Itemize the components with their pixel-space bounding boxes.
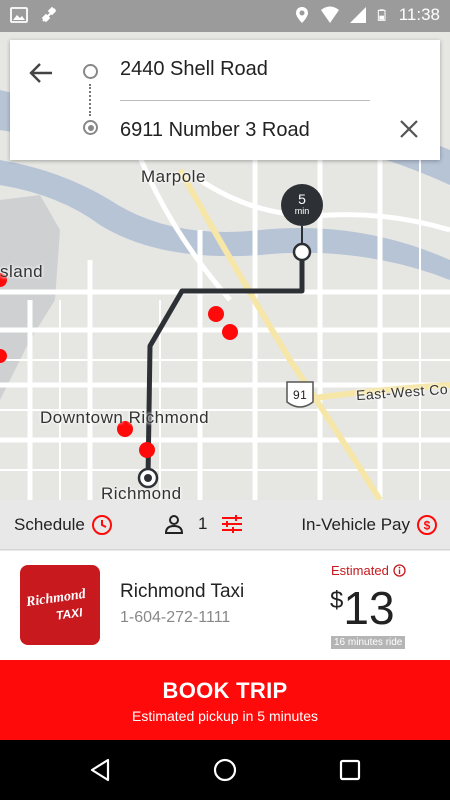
book-trip-subtitle: Estimated pickup in 5 minutes — [132, 708, 318, 724]
price-currency: $ — [330, 587, 344, 614]
close-icon[interactable] — [396, 116, 422, 142]
schedule-label: Schedule — [14, 515, 85, 534]
company-phone[interactable]: 1-604-272-1111 — [120, 609, 230, 627]
map-label-island: sland — [0, 262, 44, 281]
nav-home-icon[interactable] — [211, 756, 239, 784]
clock: 11:38 — [398, 5, 440, 24]
destination-dot-icon — [83, 120, 98, 135]
eta-pin: 5 min — [281, 184, 323, 226]
company-name: Richmond Taxi — [120, 581, 245, 602]
logo-text-taxi: TAXI — [55, 605, 84, 623]
map-label-marpole: Marpole — [141, 167, 206, 186]
estimated-label: Estimated — [331, 563, 406, 578]
schedule-button[interactable]: Schedule — [14, 514, 113, 536]
estimated-text: Estimated — [331, 563, 389, 578]
trip-options-bar: Schedule 1 In-Vehicle Pay $ — [0, 500, 450, 550]
sliders-icon[interactable] — [221, 514, 243, 534]
back-arrow-icon[interactable] — [26, 58, 56, 88]
status-bar: 11:38 — [0, 0, 450, 32]
image-icon — [10, 7, 28, 23]
book-trip-button[interactable]: BOOK TRIP Estimated pickup in 5 minutes — [0, 660, 450, 740]
system-nav-bar — [0, 740, 450, 800]
highway-shield: 91 — [293, 388, 308, 402]
satellite-icon — [41, 6, 57, 23]
address-card: 2440 Shell Road 6911 Number 3 Road — [10, 40, 440, 160]
clock-icon — [91, 515, 112, 535]
taxi-company-card[interactable]: Richmond TAXI Richmond Taxi 1-604-272-11… — [0, 551, 450, 660]
person-icon — [164, 515, 184, 534]
svg-text:$: $ — [424, 519, 431, 533]
company-logo: Richmond TAXI — [20, 565, 100, 645]
passenger-selector[interactable]: 1 — [164, 514, 243, 534]
payment-label: In-Vehicle Pay — [301, 515, 410, 534]
battery-icon — [377, 9, 386, 21]
price-amount: 13 — [343, 582, 395, 634]
nav-back-icon[interactable] — [86, 756, 114, 784]
eta-unit: min — [294, 206, 310, 216]
route-connector — [89, 84, 92, 116]
origin-address[interactable]: 2440 Shell Road — [120, 58, 268, 81]
price: $13 — [330, 581, 395, 635]
signal-icon — [349, 7, 366, 23]
book-trip-title: BOOK TRIP — [162, 678, 288, 703]
info-icon[interactable] — [393, 564, 406, 577]
location-icon — [295, 7, 308, 23]
eta-value: 5 — [298, 191, 306, 207]
nav-recents-icon[interactable] — [336, 756, 364, 784]
wifi-icon — [320, 6, 339, 23]
map-label-downtown: Downtown Richmond — [40, 408, 210, 427]
origin-dot-icon — [83, 64, 98, 79]
passenger-count: 1 — [198, 514, 208, 533]
dollar-circle-icon: $ — [417, 515, 437, 535]
ride-duration-badge: 16 minutes ride — [331, 636, 406, 649]
address-divider — [120, 100, 370, 101]
map-label-richmond: Richmond — [101, 484, 182, 500]
destination-address[interactable]: 6911 Number 3 Road — [120, 119, 310, 142]
payment-method-button[interactable]: In-Vehicle Pay $ — [301, 514, 438, 536]
